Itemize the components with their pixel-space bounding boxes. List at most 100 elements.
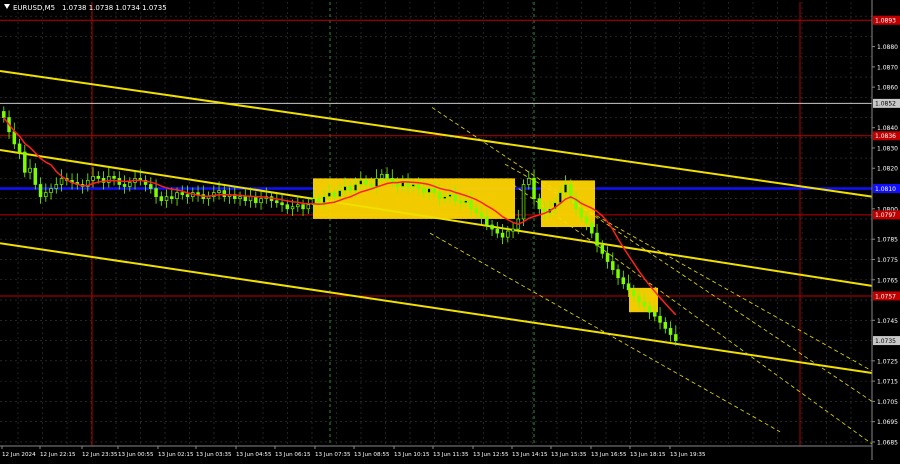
price-tick-label: 1.0765 [877, 277, 898, 284]
candle-body [453, 194, 458, 202]
candle-body [259, 198, 263, 204]
candle-body [301, 204, 305, 210]
candle-body [254, 196, 258, 204]
candle-body [558, 192, 563, 204]
candle-body [96, 176, 101, 179]
candle-body [616, 269, 620, 279]
candle-body [584, 216, 589, 224]
candle-body [185, 194, 190, 197]
candle-body [600, 244, 605, 254]
candle-body [674, 334, 678, 341]
candle-body [343, 186, 347, 191]
candle-body [296, 204, 300, 208]
candle-body [427, 188, 431, 193]
price-tick-label: 1.0725 [877, 358, 898, 365]
time-tick-label: 13 Jun 08:55 [354, 452, 390, 458]
candle-body [154, 188, 158, 197]
symbol-label: EURUSD,M5 [13, 4, 55, 12]
candle-body [243, 196, 248, 202]
candle-body [180, 192, 185, 195]
time-tick-label: 13 Jun 18:15 [630, 452, 666, 458]
candle-body [595, 232, 599, 246]
candle-body [217, 190, 221, 193]
candle-body [647, 305, 652, 313]
candle-body [348, 186, 353, 191]
price-tick-label: 1.0775 [877, 257, 898, 264]
candle-body [290, 206, 295, 210]
candle-body [390, 178, 395, 183]
candle-body [532, 178, 536, 200]
candle-body [374, 178, 379, 187]
time-tick-label: 13 Jun 11:35 [433, 452, 469, 458]
candle-body [605, 253, 610, 262]
candle-body [500, 232, 505, 238]
candle-body [248, 196, 253, 202]
price-level-label: 1.0797 [875, 212, 896, 219]
chart-window[interactable]: 1.0880 1.0870 1.0860 1.0840 1.0830 1.0820 1.08… [0, 0, 900, 460]
price-tick-label: 1.0745 [877, 318, 898, 325]
candle-body [38, 184, 43, 197]
price-level-label: 1.0893 [875, 18, 896, 25]
candle-body [317, 198, 321, 204]
time-tick-label: 13 Jun 07:35 [315, 452, 351, 458]
candle-body [369, 184, 374, 187]
candle-body [275, 200, 279, 204]
time-tick-label: 12 Jun 22:15 [40, 452, 76, 458]
price-tick-label: 1.0870 [877, 64, 898, 71]
candle-body [280, 202, 284, 206]
price-tick-label: 1.0860 [877, 85, 898, 92]
price-tick-label: 1.0785 [877, 237, 898, 244]
candle-body [353, 184, 358, 191]
price-tick-label: 1.0820 [877, 166, 898, 173]
price-chart[interactable]: 1.0880 1.0870 1.0860 1.0840 1.0830 1.0820 1.08… [0, 0, 900, 460]
candle-body [668, 328, 673, 335]
candle-body [107, 176, 111, 183]
candle-body [490, 224, 494, 230]
price-tick-label: 1.0685 [877, 439, 898, 446]
candle-body [527, 178, 531, 185]
chart-header: EURUSD,M5 1.0738 1.0738 1.0734 1.0735 [4, 4, 167, 12]
price-level-label: 1.0836 [875, 133, 896, 140]
candle-body [521, 184, 526, 220]
candle-body [632, 289, 636, 297]
candle-body [474, 208, 479, 214]
price-tick-label: 1.0715 [877, 379, 898, 386]
candle-body [33, 167, 38, 185]
time-tick-label: 13 Jun 12:55 [473, 452, 509, 458]
candle-body [332, 192, 337, 197]
candle-body [128, 182, 132, 187]
time-tick-label: 13 Jun 14:15 [512, 452, 548, 458]
price-level-label: 1.0810 [875, 186, 896, 193]
candle-body [306, 204, 311, 210]
time-tick-label: 12 Jun 23:35 [82, 452, 118, 458]
candle-body [28, 167, 32, 173]
candle-body [23, 151, 27, 173]
candle-body [663, 321, 668, 329]
candle-body [637, 295, 641, 303]
candle-body [658, 315, 662, 323]
candle-body [385, 173, 389, 179]
price-tick-label: 1.0880 [877, 44, 898, 51]
candle-body [432, 188, 437, 193]
candle-body [122, 184, 127, 187]
candle-body [149, 184, 153, 189]
time-tick-label: 13 Jun 06:15 [275, 452, 311, 458]
candle-body [511, 228, 515, 232]
candle-body [437, 192, 442, 200]
price-level-label: 1.0735 [875, 338, 896, 345]
candle-body [170, 196, 174, 200]
candle-body [44, 192, 48, 197]
candle-body [54, 184, 59, 189]
candle-body [469, 200, 473, 210]
candle-body [401, 182, 405, 187]
candle-body [285, 204, 290, 210]
time-tick-label: 12 Jun 2024 [2, 452, 36, 458]
time-tick-label: 13 Jun 00:55 [118, 452, 154, 458]
candle-body [422, 188, 426, 193]
candle-body [411, 184, 416, 187]
price-level-label: 1.0757 [875, 293, 896, 300]
candle-body [91, 176, 95, 181]
chart-background [0, 0, 900, 460]
price-tick-label: 1.0705 [877, 399, 898, 406]
time-tick-label: 13 Jun 16:55 [591, 452, 627, 458]
